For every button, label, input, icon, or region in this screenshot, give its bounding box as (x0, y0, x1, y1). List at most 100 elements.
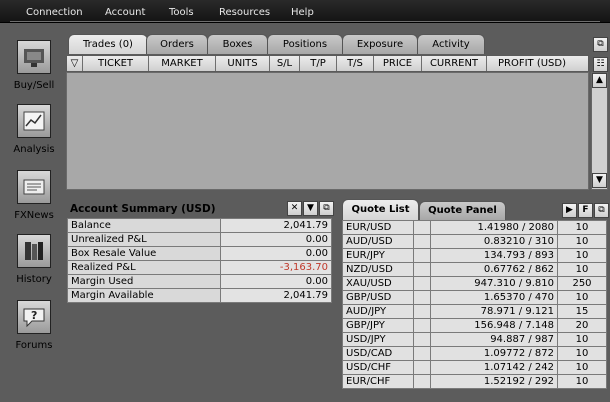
quote-spacer (413, 304, 431, 319)
col-price[interactable]: PRICE (374, 56, 422, 71)
menu-connection[interactable]: Connection (26, 0, 83, 22)
tab-orders[interactable]: Orders (146, 34, 208, 54)
filter-icon[interactable]: F (578, 203, 593, 218)
menu-bar: Connection Account Tools Resources Help (0, 0, 610, 23)
quote-spacer (413, 262, 431, 277)
trades-scrollbar[interactable]: ▲ ▼ (591, 72, 608, 190)
detach-window-icon[interactable]: ⧉ (593, 37, 608, 52)
quote-row[interactable]: GBP/JPY 156.948 / 7.148 20 (342, 318, 607, 333)
trades-header: ▽ TICKET MARKET UNITS S/L T/P T/S PRICE … (66, 55, 589, 72)
tab-activity[interactable]: Activity (417, 34, 485, 54)
quote-row[interactable]: EUR/USD 1.41980 / 2080 10 (342, 220, 607, 235)
quote-size: 10 (557, 262, 607, 277)
detach-window-icon[interactable]: ⧉ (319, 201, 334, 216)
quote-row[interactable]: AUD/JPY 78.971 / 9.121 15 (342, 304, 607, 319)
quote-row[interactable]: XAU/USD 947.310 / 9.810 250 (342, 276, 607, 291)
quote-spacer (413, 234, 431, 249)
tab-quote-panel[interactable]: Quote Panel (419, 201, 506, 220)
tab-exposure[interactable]: Exposure (342, 34, 418, 54)
column-settings-icon[interactable]: ☷ (593, 57, 608, 72)
quote-row[interactable]: USD/CHF 1.07142 / 242 10 (342, 360, 607, 375)
quote-row[interactable]: EUR/JPY 134.793 / 893 10 (342, 248, 607, 263)
quote-spacer (413, 290, 431, 305)
tab-boxes[interactable]: Boxes (207, 34, 268, 54)
quote-size: 10 (557, 346, 607, 361)
tab-positions[interactable]: Positions (267, 34, 343, 54)
menu-tools[interactable]: Tools (169, 0, 194, 22)
quote-row[interactable]: USD/CAD 1.09772 / 872 10 (342, 346, 607, 361)
quote-pair: USD/CAD (342, 346, 414, 361)
forums-icon: ? (17, 300, 51, 334)
quote-row[interactable]: NZD/USD 0.67762 / 862 10 (342, 262, 607, 277)
table-row: Realized P&L -3,163.70 (67, 260, 332, 275)
quote-row[interactable]: GBP/USD 1.65370 / 470 10 (342, 290, 607, 305)
quote-price: 1.65370 / 470 (430, 290, 558, 305)
sidebar-label: Analysis (13, 144, 55, 155)
col-stop-loss[interactable]: S/L (270, 56, 300, 71)
chevron-down-icon[interactable]: ▼ (303, 201, 318, 216)
quote-row[interactable]: USD/JPY 94.887 / 987 10 (342, 332, 607, 347)
quote-price: 78.971 / 9.121 (430, 304, 558, 319)
quote-row[interactable]: EUR/CHF 1.52192 / 292 10 (342, 374, 607, 389)
quote-pair: EUR/USD (342, 220, 414, 235)
quote-spacer (413, 360, 431, 375)
sidebar-label: Buy/Sell (13, 80, 55, 91)
tab-quote-list[interactable]: Quote List (342, 199, 419, 220)
table-row: Balance 2,041.79 (67, 218, 332, 233)
scroll-up-icon[interactable]: ▲ (592, 73, 607, 88)
sidebar-label: History (16, 274, 52, 285)
col-take-profit[interactable]: T/P (300, 56, 337, 71)
sidebar-fxnews[interactable]: FXNews (6, 170, 62, 221)
quote-price: 1.41980 / 2080 (430, 220, 558, 235)
quote-size: 10 (557, 374, 607, 389)
account-value: 0.00 (220, 246, 332, 261)
sidebar-label: Forums (15, 340, 53, 351)
quote-price: 1.09772 / 872 (430, 346, 558, 361)
table-row: Unrealized P&L 0.00 (67, 232, 332, 247)
quote-price: 1.07142 / 242 (430, 360, 558, 375)
col-market[interactable]: MARKET (149, 56, 216, 71)
menu-resources[interactable]: Resources (219, 0, 270, 22)
sidebar-history[interactable]: History (6, 234, 62, 285)
quote-price: 947.310 / 9.810 (430, 276, 558, 291)
quote-price: 0.83210 / 310 (430, 234, 558, 249)
quote-pair: GBP/USD (342, 290, 414, 305)
news-icon (17, 170, 51, 204)
account-label: Balance (67, 218, 221, 233)
col-trailing-stop[interactable]: T/S (337, 56, 374, 71)
account-label: Margin Available (67, 288, 221, 303)
quote-row[interactable]: AUD/USD 0.83210 / 310 10 (342, 234, 607, 249)
trades-grid[interactable] (66, 72, 589, 190)
quote-pair: USD/JPY (342, 332, 414, 347)
quote-pair: GBP/JPY (342, 318, 414, 333)
col-ticket[interactable]: TICKET (83, 56, 149, 71)
col-current[interactable]: CURRENT (422, 56, 487, 71)
quote-pair: NZD/USD (342, 262, 414, 277)
quote-spacer (413, 248, 431, 263)
table-row: Margin Available 2,041.79 (67, 288, 332, 303)
play-icon[interactable]: ▶ (562, 203, 577, 218)
sidebar-buy-sell[interactable]: Buy/Sell (6, 40, 62, 91)
account-label: Realized P&L (67, 260, 221, 275)
col-profit[interactable]: PROFIT (USD) (487, 56, 577, 71)
table-row: Margin Used 0.00 (67, 274, 332, 289)
account-label: Unrealized P&L (67, 232, 221, 247)
sidebar-forums[interactable]: ? Forums (6, 300, 62, 351)
quote-spacer (413, 346, 431, 361)
account-label: Margin Used (67, 274, 221, 289)
quote-list-table: EUR/USD 1.41980 / 2080 10 AUD/USD 0.83210 / … (342, 220, 607, 389)
quote-price: 134.793 / 893 (430, 248, 558, 263)
scroll-down-icon[interactable]: ▼ (592, 173, 607, 188)
col-units[interactable]: UNITS (216, 56, 270, 71)
tab-trades[interactable]: Trades (0) (68, 34, 148, 54)
buy-sell-icon (17, 40, 51, 74)
sidebar-analysis[interactable]: Analysis (6, 104, 62, 155)
quote-price: 156.948 / 7.148 (430, 318, 558, 333)
quote-pair: USD/CHF (342, 360, 414, 375)
detach-window-icon[interactable]: ⧉ (594, 203, 609, 218)
menu-account[interactable]: Account (105, 0, 145, 22)
menu-help[interactable]: Help (291, 0, 314, 22)
sort-icon[interactable]: ▽ (67, 56, 83, 71)
close-icon[interactable]: ✕ (287, 201, 302, 216)
quote-spacer (413, 220, 431, 235)
